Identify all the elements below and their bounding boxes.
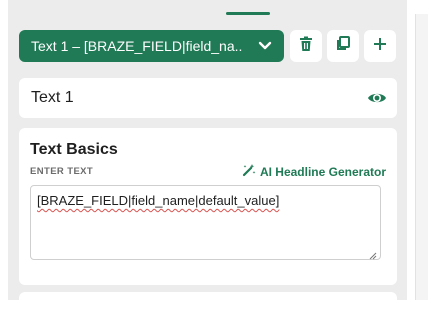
enter-text-label: ENTER TEXT bbox=[30, 166, 94, 177]
text-basics-card: Text Basics ENTER TEXT AI Headline Gener… bbox=[19, 128, 397, 285]
element-selector-dropdown[interactable]: Text 1 – [BRAZE_FIELD|field_na.. bbox=[19, 30, 284, 62]
trash-icon bbox=[299, 36, 313, 57]
delete-button[interactable] bbox=[290, 30, 322, 62]
duplicate-button[interactable] bbox=[327, 30, 359, 62]
ai-headline-generator-label: AI Headline Generator bbox=[259, 164, 386, 179]
text-input[interactable]: [BRAZE_FIELD|field_name|default_value] bbox=[30, 185, 381, 260]
eye-icon[interactable] bbox=[367, 88, 387, 108]
section-title: Text Basics bbox=[30, 141, 118, 158]
ai-headline-generator-button[interactable]: AI Headline Generator bbox=[242, 163, 386, 180]
element-selector-label: Text 1 – [BRAZE_FIELD|field_na.. bbox=[31, 38, 243, 54]
element-title: Text 1 bbox=[31, 89, 74, 106]
active-tab-indicator bbox=[226, 12, 270, 15]
text-input-value: [BRAZE_FIELD|field_name|default_value] bbox=[37, 193, 280, 208]
element-header-card: Text 1 bbox=[19, 78, 397, 118]
plus-icon bbox=[373, 37, 387, 56]
next-card bbox=[19, 292, 397, 312]
copy-icon bbox=[336, 36, 350, 56]
magic-wand-icon bbox=[242, 163, 260, 180]
resize-handle-icon[interactable] bbox=[369, 248, 377, 260]
scrollbar[interactable] bbox=[415, 14, 428, 300]
add-button[interactable] bbox=[364, 30, 396, 62]
chevron-down-icon bbox=[256, 37, 274, 55]
